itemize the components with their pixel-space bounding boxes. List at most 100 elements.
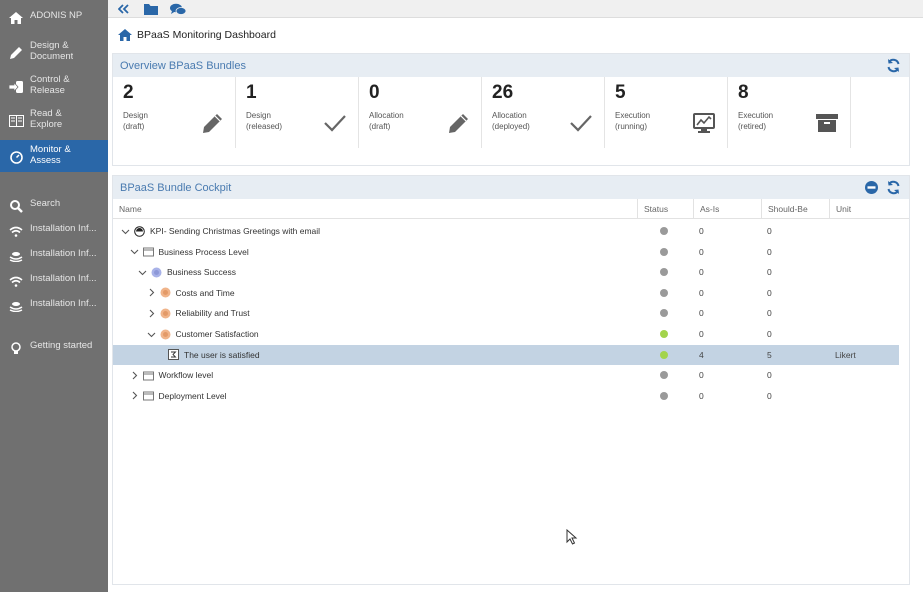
overview-card[interactable]: 26 Allocation (deployed) [482, 77, 605, 148]
table-row[interactable]: KPI- Sending Christmas Greetings with em… [113, 221, 899, 241]
sidebar-item-control[interactable]: Control & Release [0, 74, 108, 100]
sidebar-item-installation-4[interactable]: Installation Inf... [0, 298, 108, 314]
card-count: 2 [123, 82, 134, 103]
chevron-down-icon[interactable] [130, 247, 139, 256]
home-icon[interactable] [118, 29, 132, 41]
should-be-cell: 0 [767, 308, 772, 319]
sidebar-item-getting-started[interactable]: Getting started [0, 340, 108, 356]
sidebar-item-label: Installation Inf... [30, 298, 97, 309]
overview-panel-header: Overview BPaaS Bundles [113, 54, 909, 77]
node-label: Costs and Time [175, 287, 235, 298]
sidebar-item-label: Installation Inf... [30, 273, 97, 284]
unit-cell [835, 283, 895, 303]
name-cell: Costs and Time [147, 283, 634, 303]
status-cell [637, 324, 693, 344]
table-row[interactable]: Customer Satisfaction 0 0 [113, 324, 899, 344]
stack-icon [8, 249, 24, 263]
name-cell: KPI- Sending Christmas Greetings with em… [121, 221, 633, 241]
column-header-as-is[interactable]: As-Is [693, 199, 761, 219]
unit-cell [835, 221, 895, 241]
sidebar-item-monitor[interactable]: Monitor & Assess [0, 140, 108, 172]
overview-card[interactable]: 1 Design (released) [236, 77, 359, 148]
page-title: BPaaS Monitoring Dashboard [137, 29, 276, 41]
pencil-icon [8, 46, 24, 60]
status-indicator [660, 330, 668, 338]
node-label: Reliability and Trust [175, 308, 250, 319]
name-cell: Customer Satisfaction [147, 324, 634, 344]
overview-card[interactable]: 0 Allocation (draft) [359, 77, 482, 148]
as-is-cell: 0 [699, 226, 704, 236]
should-be-cell: 0 [767, 390, 772, 401]
sidebar-item-home[interactable]: ADONIS NP [0, 10, 108, 26]
unit-cell [835, 386, 895, 406]
chevron-down-icon[interactable] [147, 330, 156, 339]
folder-outline-icon [142, 370, 154, 381]
chevron-right-icon[interactable] [130, 391, 139, 400]
table-row[interactable]: Deployment Level 0 0 [113, 386, 899, 406]
refresh-icon[interactable] [886, 58, 901, 73]
unit-cell: Likert [835, 349, 856, 360]
column-header-status[interactable]: Status [637, 199, 693, 219]
refresh-icon[interactable] [886, 180, 901, 195]
sidebar-item-search[interactable]: Search [0, 198, 108, 214]
comments-icon[interactable] [170, 1, 186, 17]
sidebar-item-read[interactable]: Read & Explore [0, 108, 108, 134]
card-count: 26 [492, 82, 514, 103]
chevron-right-icon[interactable] [147, 309, 156, 318]
sidebar-item-installation-1[interactable]: Installation Inf... [0, 223, 108, 239]
book-icon [8, 114, 24, 128]
node-label: Deployment Level [158, 390, 227, 401]
table-header: Name Status As-Is Should-Be Unit [113, 199, 909, 219]
folder-icon[interactable] [144, 1, 158, 17]
sidebar-item-design[interactable]: Design & Document [0, 40, 108, 66]
table-row[interactable]: Reliability and Trust 0 0 [113, 303, 899, 323]
card-count: 1 [246, 82, 257, 103]
goal-orange-icon [160, 308, 171, 319]
status-indicator [660, 268, 668, 277]
sidebar-item-installation-2[interactable]: Installation Inf... [0, 248, 108, 264]
table-row[interactable]: The user is satisfied 4 5 Likert [113, 344, 899, 365]
lightbulb-icon [8, 341, 24, 355]
goal-orange-icon [160, 287, 171, 298]
toolbar [108, 0, 923, 18]
column-header-unit[interactable]: Unit [829, 199, 909, 219]
table-row[interactable]: Business Process Level 0 0 [113, 242, 899, 262]
should-be-cell: 0 [767, 246, 772, 257]
as-is-cell: 0 [699, 390, 704, 401]
check-icon [569, 112, 593, 134]
sidebar-item-label: Search [30, 198, 61, 209]
card-count: 8 [738, 82, 749, 103]
should-be-cell: 0 [767, 287, 772, 298]
overview-card[interactable]: 2 Design (draft) [113, 77, 236, 148]
table-row[interactable]: Costs and Time 0 0 [113, 283, 899, 303]
node-label: KPI- Sending Christmas Greetings with em… [150, 226, 321, 236]
name-cell: Deployment Level [130, 386, 634, 406]
dashboard-icon [8, 150, 24, 164]
unit-cell [835, 262, 895, 282]
column-header-should-be[interactable]: Should-Be [761, 199, 829, 219]
table-row[interactable]: Business Success 0 0 [113, 262, 899, 282]
overview-card[interactable]: 8 Execution (retired) [728, 77, 851, 148]
chevron-right-icon[interactable] [147, 288, 156, 297]
should-be-cell: 5 [767, 349, 772, 360]
should-be-cell: 0 [767, 267, 772, 278]
pencil-icon [200, 112, 224, 134]
chevron-right-icon[interactable] [130, 371, 139, 380]
chevron-down-icon[interactable] [138, 268, 147, 277]
as-is-cell: 4 [699, 349, 704, 360]
column-header-name[interactable]: Name [113, 199, 637, 219]
unit-cell [835, 324, 895, 344]
node-label: The user is satisfied [184, 349, 260, 360]
breadcrumb: BPaaS Monitoring Dashboard [118, 27, 276, 43]
collapse-icon[interactable] [118, 1, 130, 17]
collapse-all-icon[interactable] [864, 180, 879, 195]
status-indicator [660, 371, 668, 380]
overview-card[interactable]: 5 Execution (running) [605, 77, 728, 148]
sidebar-item-installation-3[interactable]: Installation Inf... [0, 273, 108, 289]
pencil-icon [446, 112, 470, 134]
table-row[interactable]: Workflow level 0 0 [113, 365, 899, 385]
name-cell: The user is satisfied [155, 345, 633, 365]
as-is-cell: 0 [699, 246, 704, 257]
status-indicator [660, 288, 668, 297]
chevron-down-icon[interactable] [121, 227, 130, 236]
